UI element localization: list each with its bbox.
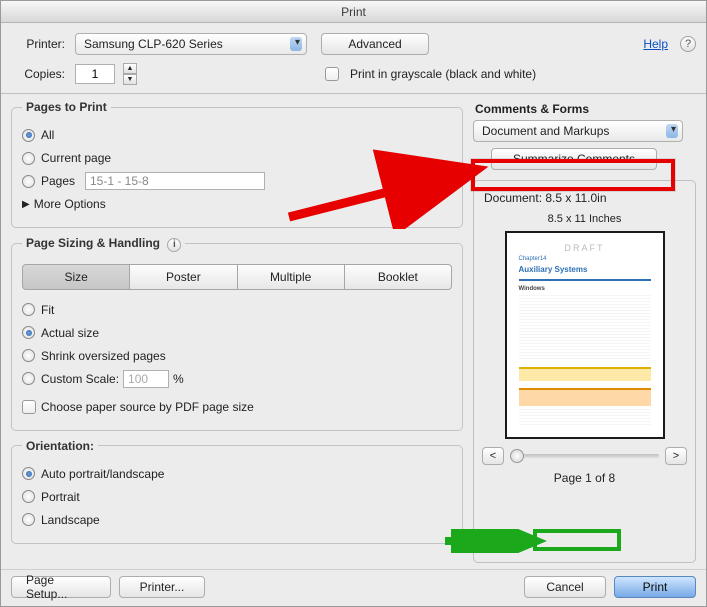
radio-auto-orient-label: Auto portrait/landscape: [41, 467, 164, 481]
pages-legend: Pages to Print: [22, 100, 111, 114]
page-setup-label: Page Setup...: [26, 573, 96, 601]
radio-pages-label: Pages: [41, 174, 81, 188]
preview-chapter: Chapter14: [519, 256, 651, 262]
prev-page-button[interactable]: <: [482, 447, 504, 465]
disclosure-triangle-icon: ▶: [22, 199, 30, 210]
radio-all[interactable]: [22, 129, 35, 142]
radio-all-label: All: [41, 128, 54, 142]
page-sizing-group: Page Sizing & Handling i Size Poster Mul…: [11, 236, 463, 431]
copies-label: Copies:: [11, 67, 65, 81]
stepper-down-icon[interactable]: ▼: [123, 74, 137, 85]
comments-select[interactable]: Document and Markups: [473, 120, 683, 142]
custom-scale-unit: %: [173, 372, 184, 386]
preview-title: Auxiliary Systems: [519, 265, 651, 274]
tab-booklet[interactable]: Booklet: [345, 264, 452, 290]
radio-custom-label: Custom Scale:: [41, 372, 119, 386]
radio-auto-orient[interactable]: [22, 467, 35, 480]
next-page-button[interactable]: >: [665, 447, 687, 465]
sizing-tabs: Size Poster Multiple Booklet: [22, 264, 452, 290]
more-options-toggle[interactable]: ▶ More Options: [22, 194, 452, 214]
printer-button[interactable]: Printer...: [119, 576, 205, 598]
page-dimensions: 8.5 x 11 Inches: [482, 213, 687, 225]
radio-portrait[interactable]: [22, 490, 35, 503]
help-icon[interactable]: ?: [680, 36, 696, 52]
window-title: Print: [1, 1, 706, 23]
divider: [1, 93, 706, 94]
comments-legend: Comments & Forms: [475, 102, 696, 116]
page-slider[interactable]: [510, 454, 659, 458]
radio-actual-label: Actual size: [41, 326, 99, 340]
radio-fit[interactable]: [22, 303, 35, 316]
document-dimensions: Document: 8.5 x 11.0in: [484, 191, 687, 205]
choose-source-checkbox[interactable]: [22, 400, 36, 414]
more-options-label: More Options: [34, 197, 106, 211]
watermark: DRAFT: [519, 243, 651, 253]
cancel-button[interactable]: Cancel: [524, 576, 606, 598]
grayscale-checkbox[interactable]: [325, 67, 339, 81]
caution-block: [519, 388, 651, 406]
printer-selected: Samsung CLP-620 Series: [84, 37, 223, 51]
preview-pane: Document: 8.5 x 11.0in 8.5 x 11 Inches D…: [473, 180, 696, 563]
choose-source-label: Choose paper source by PDF page size: [41, 400, 254, 414]
slider-thumb[interactable]: [510, 449, 524, 463]
orientation-group: Orientation: Auto portrait/landscape Por…: [11, 439, 463, 544]
page-preview: DRAFT Chapter14 Auxiliary Systems Window…: [505, 231, 665, 439]
printer-label: Printer:: [11, 37, 65, 51]
warning-block: [519, 367, 651, 381]
custom-scale-input[interactable]: 100: [123, 370, 169, 388]
stepper-up-icon[interactable]: ▲: [123, 63, 137, 74]
radio-current[interactable]: [22, 152, 35, 165]
radio-shrink[interactable]: [22, 349, 35, 362]
radio-fit-label: Fit: [41, 303, 54, 317]
radio-portrait-label: Portrait: [41, 490, 80, 504]
radio-custom[interactable]: [22, 372, 35, 385]
printer-btn-label: Printer...: [140, 580, 185, 594]
printer-select[interactable]: Samsung CLP-620 Series: [75, 33, 307, 55]
page-indicator: Page 1 of 8: [482, 471, 687, 485]
radio-landscape-label: Landscape: [41, 513, 100, 527]
summarize-label: Summarize Comments: [513, 152, 635, 166]
tab-multiple[interactable]: Multiple: [238, 264, 345, 290]
tab-poster[interactable]: Poster: [130, 264, 237, 290]
pages-to-print-group: Pages to Print All Current page Pages 15…: [11, 100, 463, 228]
orientation-legend: Orientation:: [22, 439, 98, 453]
radio-shrink-label: Shrink oversized pages: [41, 349, 166, 363]
comments-selected: Document and Markups: [482, 124, 609, 138]
cancel-label: Cancel: [546, 580, 583, 594]
radio-pages[interactable]: [22, 175, 35, 188]
page-setup-button[interactable]: Page Setup...: [11, 576, 111, 598]
info-icon[interactable]: i: [167, 238, 181, 252]
radio-actual[interactable]: [22, 326, 35, 339]
advanced-button[interactable]: Advanced: [321, 33, 429, 55]
copies-stepper[interactable]: ▲ ▼: [123, 63, 137, 85]
print-label: Print: [643, 580, 668, 594]
summarize-comments-button[interactable]: Summarize Comments: [491, 148, 657, 170]
preview-section: Windows: [519, 286, 651, 292]
radio-current-label: Current page: [41, 151, 111, 165]
help-link[interactable]: Help: [643, 37, 668, 51]
tab-size[interactable]: Size: [22, 264, 130, 290]
pages-range-input[interactable]: 15-1 - 15-8: [85, 172, 265, 190]
copies-input[interactable]: [75, 64, 115, 84]
advanced-label: Advanced: [348, 37, 401, 51]
grayscale-label: Print in grayscale (black and white): [350, 67, 536, 81]
print-button[interactable]: Print: [614, 576, 696, 598]
radio-landscape[interactable]: [22, 513, 35, 526]
sizing-legend: Page Sizing & Handling i: [22, 236, 185, 252]
